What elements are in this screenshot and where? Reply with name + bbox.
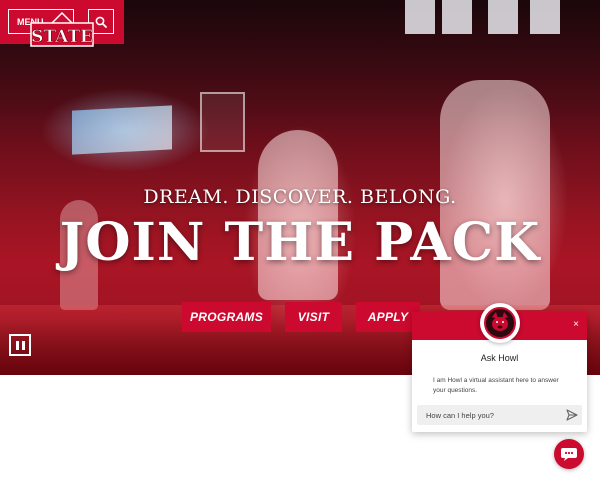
- pause-button[interactable]: [9, 334, 31, 356]
- pause-icon: [21, 340, 25, 350]
- howl-avatar: [480, 303, 520, 343]
- hero-tagline: DREAM. DISCOVER. BELONG.: [143, 186, 457, 208]
- chat-title: Ask Howl: [480, 353, 519, 363]
- search-icon: [95, 16, 107, 28]
- arena-banner: [530, 0, 560, 34]
- programs-button[interactable]: PROGRAMS: [182, 302, 271, 332]
- visit-button[interactable]: VISIT: [285, 302, 342, 332]
- chat-welcome-message: I am Howl a virtual assistant here to an…: [433, 377, 559, 394]
- chat-widget: × Ask Howl I am Howl a virtual assistant…: [412, 303, 587, 432]
- logo-text: STATE: [31, 27, 93, 47]
- arena-scoreboard: [72, 105, 172, 155]
- arena-banner: [442, 0, 472, 34]
- apply-button[interactable]: APPLY: [356, 302, 420, 332]
- arena-banner: [488, 0, 518, 34]
- send-icon[interactable]: [566, 409, 578, 421]
- site-header: MENU STATE: [0, 0, 124, 47]
- pause-icon: [15, 340, 19, 350]
- basketball-hoop: [200, 92, 245, 152]
- chat-close-button[interactable]: ×: [573, 320, 579, 330]
- hero-headline: JOIN THE PACK: [59, 212, 541, 273]
- arena-banner: [405, 0, 435, 34]
- wolf-icon: [492, 312, 508, 331]
- university-logo[interactable]: STATE: [30, 12, 94, 48]
- chat-bubble-icon: [561, 448, 577, 461]
- chat-launcher-button[interactable]: [554, 439, 584, 469]
- chat-input[interactable]: [417, 405, 582, 425]
